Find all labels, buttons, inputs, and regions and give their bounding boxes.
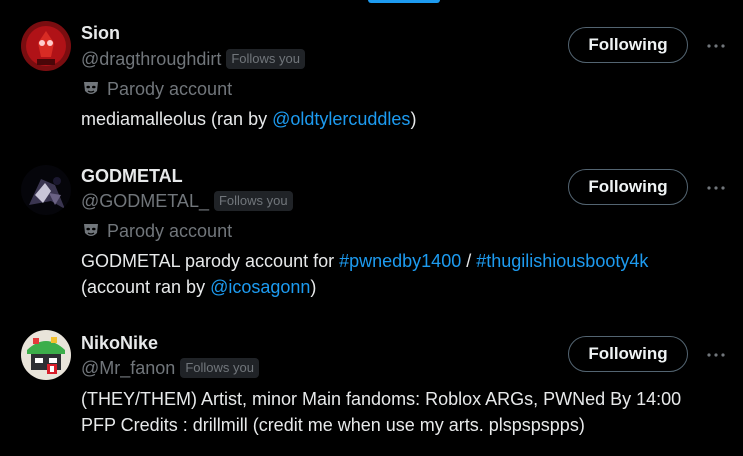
- bio-text: (THEY/THEM) Artist, minor Main fandoms: …: [81, 389, 682, 409]
- follows-you-badge: Follows you: [213, 191, 293, 211]
- more-options-icon[interactable]: [704, 176, 728, 200]
- user-handle[interactable]: @Mr_fanon: [81, 357, 175, 379]
- display-name[interactable]: GODMETAL: [81, 165, 183, 187]
- parody-mask-icon: [84, 224, 98, 236]
- hashtag-link[interactable]: #pwnedby1400: [339, 251, 461, 271]
- follows-you-badge: Follows you: [180, 358, 259, 378]
- avatar[interactable]: [21, 165, 71, 215]
- mention-link[interactable]: @icosagonn: [210, 277, 310, 297]
- user-cell[interactable]: GODMETAL @GODMETAL_ Follows you Parody a…: [0, 145, 743, 315]
- following-button[interactable]: Following: [568, 336, 688, 372]
- following-button[interactable]: Following: [568, 169, 688, 205]
- bio-text: /: [461, 251, 477, 271]
- bio-text: PFP Credits : drillmill (credit me when …: [81, 415, 585, 435]
- display-name[interactable]: Sion: [81, 22, 120, 44]
- more-options-icon[interactable]: [704, 34, 728, 58]
- user-cell[interactable]: Sion @dragthroughdirt Follows you Parody…: [0, 0, 743, 145]
- bio-text: ): [310, 277, 317, 297]
- bio-text: GODMETAL parody account for: [81, 251, 340, 271]
- user-handle[interactable]: @dragthroughdirt: [81, 48, 221, 70]
- user-bio: (THEY/THEM) Artist, minor Main fandoms: …: [81, 386, 721, 438]
- following-button[interactable]: Following: [568, 27, 688, 63]
- parody-label: Parody account: [107, 220, 233, 241]
- display-name[interactable]: NikoNike: [81, 332, 158, 354]
- avatar[interactable]: [21, 330, 71, 380]
- bio-text: mediamalleolus (ran by: [81, 109, 273, 129]
- user-bio: mediamalleolus (ran by @oldtylercuddles): [81, 106, 721, 132]
- user-cell[interactable]: NikoNike @Mr_fanon Follows you (THEY/THE…: [0, 315, 743, 456]
- user-handle[interactable]: @GODMETAL_: [81, 190, 209, 212]
- avatar[interactable]: [21, 21, 71, 71]
- parody-label: Parody account: [107, 78, 233, 99]
- parody-mask-icon: [84, 82, 98, 94]
- mention-link[interactable]: @oldtylercuddles: [272, 109, 410, 129]
- user-bio: GODMETAL parody account for #pwnedby1400…: [81, 248, 721, 300]
- follows-you-badge: Follows you: [226, 49, 305, 69]
- hashtag-link[interactable]: #thugilishiousbooty4k: [476, 251, 648, 271]
- more-options-icon[interactable]: [704, 343, 728, 367]
- bio-text: ): [410, 109, 417, 129]
- bio-text: (account ran by: [81, 277, 211, 297]
